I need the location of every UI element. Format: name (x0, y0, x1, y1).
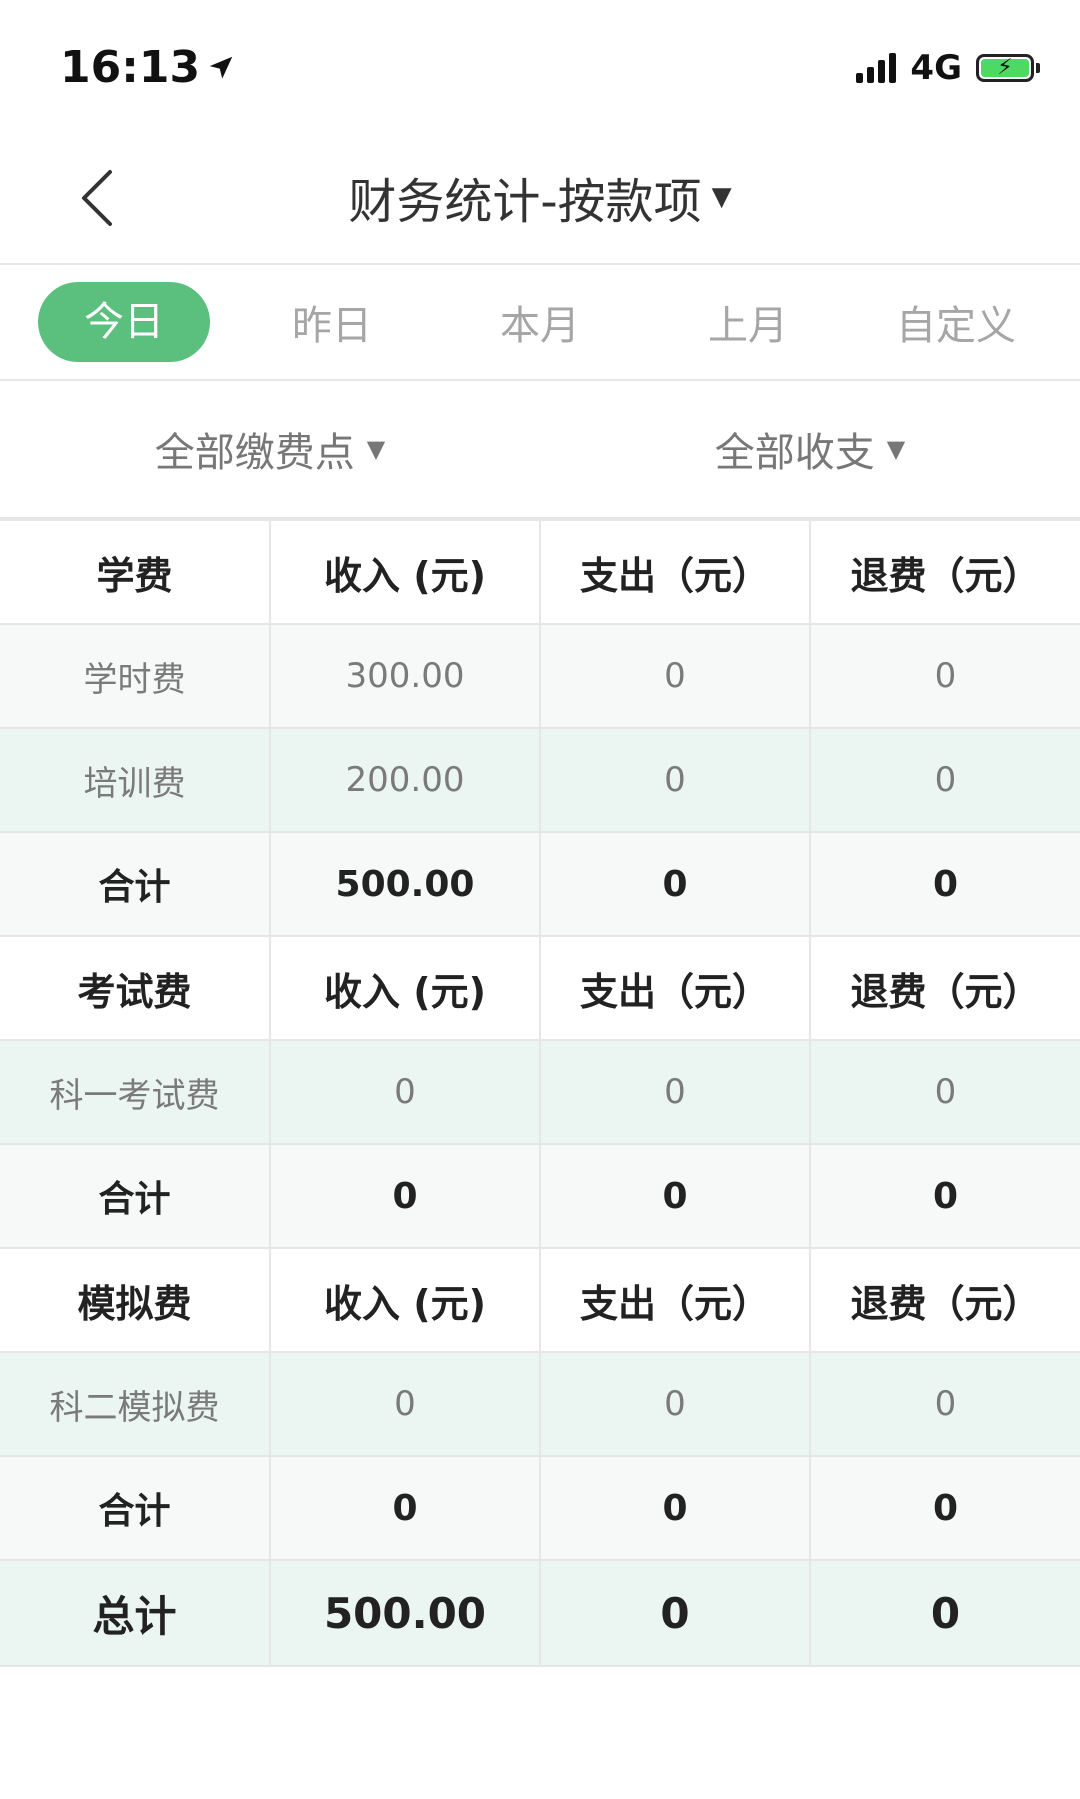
tab-period[interactable]: 自定义 (852, 282, 1060, 362)
table-row: 学时费 300.00 0 0 (0, 623, 1080, 729)
item-name: 学时费 (0, 623, 271, 729)
item-name: 培训费 (0, 727, 271, 833)
grand-total-row: 总计 500.00 0 0 (0, 1559, 1080, 1667)
section-header-row: 模拟费 收入 (元) 支出（元） 退费（元） (0, 1247, 1080, 1353)
tab-period[interactable]: 本月 (436, 282, 644, 362)
expense-value: 0 (539, 1351, 811, 1457)
tab-period[interactable]: 昨日 (228, 282, 436, 362)
chevron-left-icon (82, 170, 112, 226)
total-income: 500.00 (269, 1559, 541, 1667)
type-filter[interactable]: 全部收支 ▼ (540, 420, 1080, 478)
tab-label: 上月 (708, 303, 788, 349)
network-label: 4G (910, 48, 962, 88)
subtotal-label: 合计 (0, 831, 271, 937)
table-row: 科一考试费 0 0 0 (0, 1039, 1080, 1145)
tab-period[interactable]: 今日 (20, 282, 228, 362)
total-label: 总计 (0, 1559, 271, 1667)
column-expense: 支出（元） (539, 519, 811, 625)
item-name: 科二模拟费 (0, 1351, 271, 1457)
signal-icon (856, 53, 897, 83)
status-time: 16:13 (60, 42, 236, 93)
subtotal-income: 0 (269, 1455, 541, 1561)
subtotal-row: 合计 0 0 0 (0, 1455, 1080, 1561)
column-refund: 退费（元） (809, 935, 1080, 1041)
expense-value: 0 (539, 727, 811, 833)
stats-table: 学费 收入 (元) 支出（元） 退费（元） 学时费 300.00 0 0 培训费 200.00 0 0… (0, 519, 1080, 1667)
page-title: 财务统计-按款项 (348, 173, 702, 230)
refund-value: 0 (809, 623, 1080, 729)
battery-icon: ⚡ (976, 54, 1040, 82)
refund-value: 0 (809, 1039, 1080, 1145)
column-income: 收入 (元) (269, 1247, 541, 1353)
caret-down-icon: ▼ (366, 435, 386, 463)
tab-label: 自定义 (896, 303, 1016, 349)
item-name: 科一考试费 (0, 1039, 271, 1145)
subtotal-row: 合计 500.00 0 0 (0, 831, 1080, 937)
column-income: 收入 (元) (269, 519, 541, 625)
refund-value: 0 (809, 1351, 1080, 1457)
expense-value: 0 (539, 623, 811, 729)
subtotal-expense: 0 (539, 831, 811, 937)
section-name: 模拟费 (0, 1247, 271, 1353)
total-refund: 0 (809, 1559, 1080, 1667)
table-row: 培训费 200.00 0 0 (0, 727, 1080, 833)
income-value: 200.00 (269, 727, 541, 833)
location-filter[interactable]: 全部缴费点 ▼ (0, 420, 540, 478)
nav-bar: 财务统计-按款项 ▼ (0, 130, 1080, 265)
column-refund: 退费（元） (809, 519, 1080, 625)
page-title-dropdown[interactable]: 财务统计-按款项 ▼ (348, 162, 731, 232)
subtotal-refund: 0 (809, 831, 1080, 937)
subtotal-row: 合计 0 0 0 (0, 1143, 1080, 1249)
income-value: 300.00 (269, 623, 541, 729)
section-name: 考试费 (0, 935, 271, 1041)
subtotal-label: 合计 (0, 1143, 271, 1249)
status-time-text: 16:13 (60, 42, 201, 93)
column-income: 收入 (元) (269, 935, 541, 1041)
table-row: 科二模拟费 0 0 0 (0, 1351, 1080, 1457)
column-expense: 支出（元） (539, 935, 811, 1041)
subtotal-label: 合计 (0, 1455, 271, 1561)
refund-value: 0 (809, 727, 1080, 833)
subtotal-refund: 0 (809, 1455, 1080, 1561)
period-tabs: 今日 昨日 本月 上月 自定义 (0, 265, 1080, 381)
income-value: 0 (269, 1351, 541, 1457)
type-filter-label: 全部收支 (714, 430, 875, 476)
income-value: 0 (269, 1039, 541, 1145)
tab-label: 本月 (500, 303, 580, 349)
subtotal-income: 500.00 (269, 831, 541, 937)
back-button[interactable] (58, 158, 138, 238)
subtotal-income: 0 (269, 1143, 541, 1249)
total-expense: 0 (539, 1559, 811, 1667)
location-arrow-icon (209, 56, 233, 79)
tab-label: 今日 (38, 282, 210, 362)
status-indicators: 4G ⚡ (856, 48, 1040, 88)
column-expense: 支出（元） (539, 1247, 811, 1353)
subtotal-refund: 0 (809, 1143, 1080, 1249)
subtotal-expense: 0 (539, 1455, 811, 1561)
location-filter-label: 全部缴费点 (154, 430, 355, 476)
subtotal-expense: 0 (539, 1143, 811, 1249)
caret-down-icon: ▼ (886, 435, 906, 463)
section-header-row: 考试费 收入 (元) 支出（元） 退费（元） (0, 935, 1080, 1041)
tab-period[interactable]: 上月 (644, 282, 852, 362)
filter-bar: 全部缴费点 ▼ 全部收支 ▼ (0, 381, 1080, 519)
section-name: 学费 (0, 519, 271, 625)
section-header-row: 学费 收入 (元) 支出（元） 退费（元） (0, 519, 1080, 625)
tab-label: 昨日 (292, 303, 372, 349)
status-bar: 16:13 4G ⚡ (0, 0, 1080, 130)
caret-down-icon: ▼ (711, 181, 732, 212)
expense-value: 0 (539, 1039, 811, 1145)
column-refund: 退费（元） (809, 1247, 1080, 1353)
